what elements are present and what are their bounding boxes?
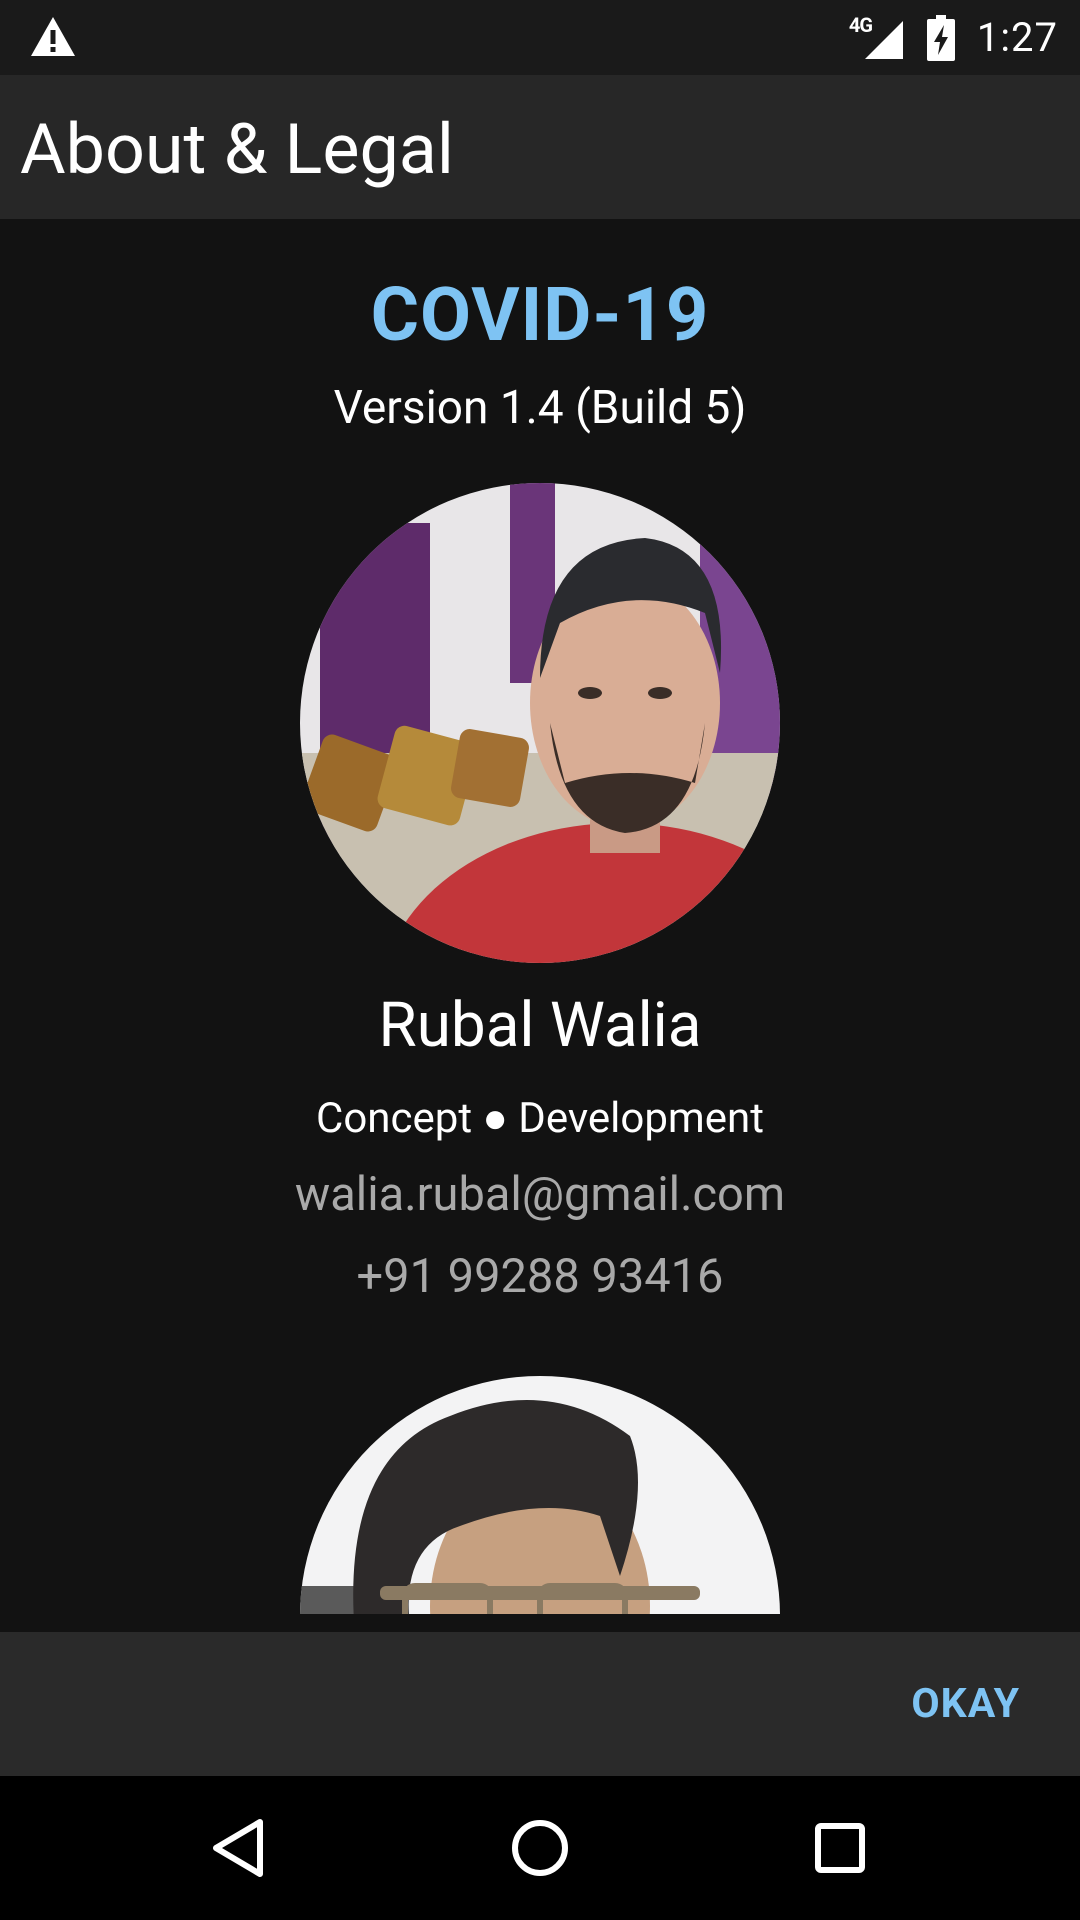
back-icon[interactable] — [204, 1812, 276, 1884]
recents-icon[interactable] — [804, 1812, 876, 1884]
home-icon[interactable] — [504, 1812, 576, 1884]
dialog-footer: OKAY — [0, 1632, 1080, 1776]
warning-icon — [28, 14, 78, 60]
dialog-header: About & Legal — [0, 75, 1080, 219]
contributor-name: Rubal Walia — [378, 989, 702, 1062]
contributor-email[interactable]: walia.rubal@gmail.com — [0, 1167, 1080, 1222]
contributor-avatar — [300, 483, 780, 963]
app-name: COVID-19 — [370, 272, 710, 359]
battery-charging-icon — [926, 14, 955, 61]
contributor-avatar — [300, 1376, 780, 1614]
page-title: About & Legal — [20, 109, 454, 191]
status-bar: 4G 1:27 — [0, 0, 1080, 75]
app-version: Version 1.4 (Build 5) — [333, 381, 747, 435]
status-time: 1:27 — [976, 14, 1058, 61]
contributor-phone[interactable]: +91 99288 93416 — [0, 1249, 1080, 1304]
contributor-role: Concept ● Development — [316, 1094, 764, 1143]
navigation-bar — [0, 1776, 1080, 1920]
okay-button[interactable]: OKAY — [911, 1674, 1020, 1734]
signal-icon: 4G — [849, 13, 905, 61]
about-content[interactable]: COVID-19 Version 1.4 (Build 5) Rubal Wal… — [0, 219, 1080, 1614]
